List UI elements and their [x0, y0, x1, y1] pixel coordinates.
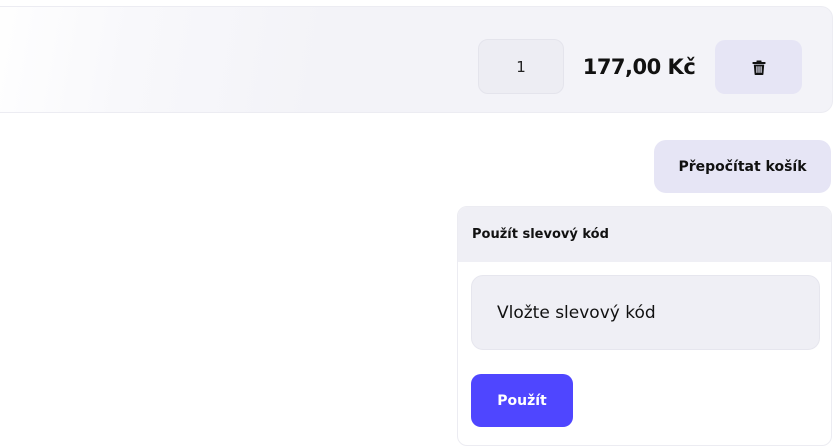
apply-coupon-button[interactable]: Použít	[471, 374, 573, 427]
item-price: 177,00 Kč	[582, 54, 696, 79]
quantity-input[interactable]: 1	[478, 39, 564, 94]
quantity-value: 1	[516, 57, 526, 76]
coupon-code-input[interactable]	[471, 275, 820, 350]
coupon-panel: Použít slevový kód Použít	[457, 206, 832, 446]
remove-item-button[interactable]	[715, 40, 802, 94]
cart-item-row: 1 177,00 Kč	[0, 6, 833, 113]
coupon-title: Použít slevový kód	[458, 207, 831, 262]
trash-icon	[752, 60, 766, 75]
recalculate-cart-button[interactable]: Přepočítat košík	[654, 140, 831, 193]
